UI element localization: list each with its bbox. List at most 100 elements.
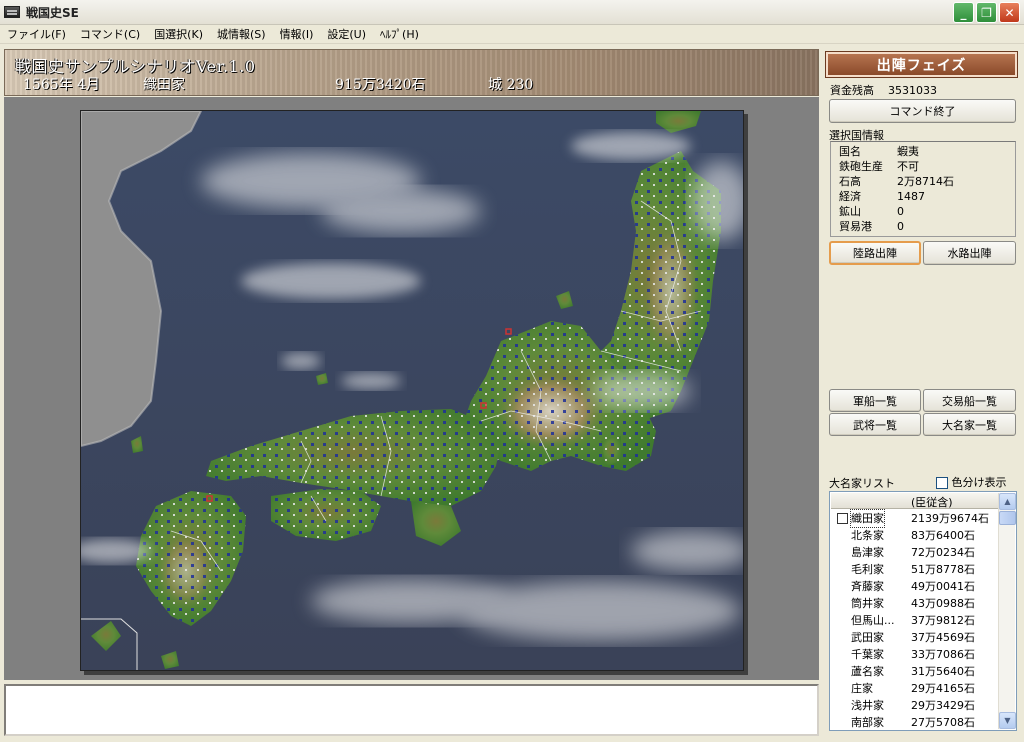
info-key: 石高 (839, 175, 861, 188)
menu-castle-info[interactable]: 城情報(S) (210, 25, 273, 44)
app-icon[interactable] (4, 6, 20, 18)
info-value: 蝦夷 (897, 145, 919, 158)
daimyo-name: 但馬山... (851, 614, 895, 627)
menu-info[interactable]: 情報(I) (273, 25, 321, 44)
status-banner: 戦国史サンプルシナリオVer.1.0 1565年 4月 織田家 915万3420… (4, 49, 819, 96)
info-row: 鉄砲生産 不可 (839, 159, 1015, 174)
info-value: 1487 (897, 190, 925, 203)
daimyo-name: 筒井家 (851, 597, 884, 610)
daimyo-row[interactable]: 但馬山... 37万9812石 (831, 612, 998, 629)
maximize-button[interactable]: ❐ (976, 2, 997, 23)
info-row: 石高 2万8714石 (839, 174, 1015, 189)
menu-bar: ファイル(F) コマンド(C) 国選択(K) 城情報(S) 情報(I) 設定(U… (0, 25, 1024, 44)
close-button[interactable]: ✕ (999, 2, 1020, 23)
list-column-header[interactable]: (臣従含) (911, 494, 953, 510)
land-deploy-button[interactable]: 陸路出陣 (829, 241, 921, 265)
daimyo-row[interactable]: 筒井家 43万0988石 (831, 595, 998, 612)
daimyo-koku: 33万7086石 (911, 648, 975, 661)
daimyo-koku: 27万5708石 (911, 716, 975, 729)
current-date: 1565年 4月 (23, 77, 100, 93)
info-value: 2万8714石 (897, 175, 954, 188)
daimyo-list-label: 大名家リスト (829, 477, 895, 490)
daimyo-name: 浅井家 (851, 699, 884, 712)
daimyo-row[interactable]: 斉藤家 49万0041石 (831, 578, 998, 595)
scroll-thumb[interactable] (999, 511, 1016, 525)
daimyo-koku: 72万0234石 (911, 546, 975, 559)
daimyo-row[interactable]: 武田家 37万4569石 (831, 629, 998, 646)
message-log[interactable] (4, 684, 819, 736)
color-toggle[interactable]: 色分け表示 (936, 474, 1007, 490)
title-bar: 戦国史SE _ ❐ ✕ (0, 0, 1024, 25)
menu-file[interactable]: ファイル(F) (0, 25, 73, 44)
daimyo-row[interactable]: 蘆名家 31万5640石 (831, 663, 998, 680)
daimyo-name: 斉藤家 (851, 580, 884, 593)
info-value: 0 (897, 205, 904, 218)
map-graphic[interactable] (81, 111, 744, 671)
color-toggle-checkbox[interactable] (936, 477, 948, 489)
close-icon: ✕ (1004, 5, 1015, 20)
daimyo-row[interactable]: 織田家 2139万9674石 (831, 509, 998, 528)
daimyo-row[interactable]: 南部家 27万5708石 (831, 714, 998, 731)
funds-display: 資金残高 3531033 (830, 82, 937, 98)
menu-province-select[interactable]: 国選択(K) (147, 25, 210, 44)
daimyo-koku: 43万0988石 (911, 597, 975, 610)
daimyo-koku: 2139万9674石 (911, 512, 989, 525)
window-title: 戦国史SE (26, 5, 79, 20)
warship-list-button[interactable]: 軍船一覧 (829, 389, 921, 412)
general-list-button[interactable]: 武将一覧 (829, 413, 921, 436)
daimyo-name: 南部家 (851, 716, 884, 729)
daimyo-koku: 37万4569石 (911, 631, 975, 644)
sea-deploy-button[interactable]: 水路出陣 (923, 241, 1016, 265)
scroll-down-button[interactable]: ▼ (999, 712, 1016, 729)
map-area (4, 97, 819, 680)
daimyo-list-button[interactable]: 大名家一覧 (923, 413, 1016, 436)
daimyo-name: 庄家 (851, 682, 873, 695)
info-key: 経済 (839, 190, 861, 203)
daimyo-koku: 31万5640石 (911, 665, 975, 678)
menu-command[interactable]: コマンド(C) (73, 25, 147, 44)
row-checkbox[interactable] (837, 513, 848, 524)
trade-ship-list-button[interactable]: 交易船一覧 (923, 389, 1016, 412)
castle-count: 城 230 (488, 77, 534, 93)
color-toggle-label: 色分け表示 (951, 476, 1007, 489)
list-header[interactable]: (臣従含) (831, 493, 998, 509)
daimyo-koku: 51万8778石 (911, 563, 975, 576)
funds-value: 3531033 (888, 84, 937, 97)
daimyo-name: 織田家 (850, 509, 885, 528)
minimize-icon: _ (960, 5, 967, 20)
minimize-button[interactable]: _ (953, 2, 974, 23)
menu-settings[interactable]: 設定(U) (320, 25, 373, 44)
daimyo-name: 千葉家 (851, 648, 884, 661)
phase-indicator: 出陣フェイズ (825, 51, 1018, 78)
daimyo-koku: 29万3429石 (911, 699, 975, 712)
daimyo-row[interactable]: 千葉家 33万7086石 (831, 646, 998, 663)
province-info-box: 国名 蝦夷 鉄砲生産 不可 石高 2万8714石 経済 1487 鉱山 0 貿易港 0 (830, 141, 1016, 237)
window-controls: _ ❐ ✕ (953, 2, 1020, 23)
info-row: 鉱山 0 (839, 204, 1015, 219)
daimyo-koku: 29万4165石 (911, 682, 975, 695)
japan-map[interactable] (80, 110, 744, 671)
restore-icon: ❐ (981, 5, 992, 20)
end-command-button[interactable]: コマンド終了 (829, 99, 1016, 123)
daimyo-row[interactable]: 毛利家 51万8778石 (831, 561, 998, 578)
daimyo-name: 島津家 (851, 546, 884, 559)
daimyo-name: 蘆名家 (851, 665, 884, 678)
daimyo-row[interactable]: 庄家 29万4165石 (831, 680, 998, 697)
daimyo-row[interactable]: 島津家 72万0234石 (831, 544, 998, 561)
menu-help[interactable]: ﾍﾙﾌﾟ(H) (373, 25, 426, 44)
daimyo-list[interactable]: (臣従含) 織田家 2139万9674石北条家 83万6400石島津家 72万0234… (829, 491, 1017, 731)
list-scrollbar[interactable]: ▲ ▼ (998, 493, 1016, 729)
player-clan: 織田家 (143, 77, 185, 93)
daimyo-row[interactable]: 浅井家 29万3429石 (831, 697, 998, 714)
info-row: 国名 蝦夷 (839, 144, 1015, 159)
daimyo-name: 北条家 (851, 529, 884, 542)
info-value: 不可 (897, 160, 919, 173)
info-key: 鉱山 (839, 205, 861, 218)
command-panel: 出陣フェイズ 資金残高 3531033 コマンド終了 選択国情報 国名 蝦夷 鉄砲生… (822, 45, 1024, 742)
daimyo-koku: 37万9812石 (911, 614, 975, 627)
daimyo-row[interactable]: 北条家 83万6400石 (831, 527, 998, 544)
total-koku: 915万3420石 (335, 77, 426, 93)
chevron-down-icon: ▼ (1004, 716, 1011, 725)
funds-label: 資金残高 (830, 84, 874, 97)
scroll-up-button[interactable]: ▲ (999, 493, 1016, 510)
